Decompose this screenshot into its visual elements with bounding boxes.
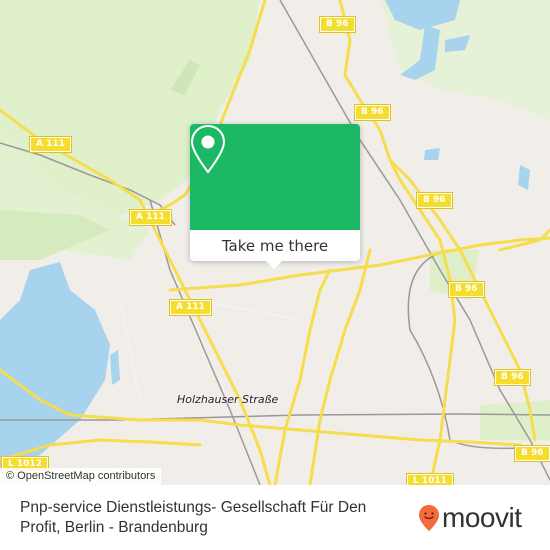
popup-header bbox=[190, 124, 360, 230]
map-view[interactable]: A 111 A 111 A 111 B 96 B 96 B 96 B 96 B … bbox=[0, 0, 550, 485]
place-label-holzhauser-strasse: Holzhauser Straße bbox=[177, 393, 279, 406]
take-me-there-button[interactable]: Take me there bbox=[190, 230, 360, 261]
road-shield-b96: B 96 bbox=[354, 104, 391, 121]
map-attribution[interactable]: © OpenStreetMap contributors bbox=[0, 468, 162, 485]
moovit-pin-icon bbox=[419, 505, 439, 531]
place-title: Pnp-service Dienstleistungs- Gesellschaf… bbox=[20, 499, 367, 536]
road-shield-a111: A 111 bbox=[169, 299, 212, 316]
popup-pointer bbox=[266, 261, 282, 269]
moovit-logo[interactable]: moovit bbox=[418, 502, 522, 533]
location-pin-icon bbox=[190, 124, 226, 174]
road-shield-b96: B 96 bbox=[416, 192, 453, 209]
road-shield-a111: A 111 bbox=[29, 136, 72, 153]
road-shield-b96: B 96 bbox=[319, 16, 356, 33]
road-shield-b96: B 96 bbox=[448, 281, 485, 298]
moovit-wordmark: moovit bbox=[442, 502, 522, 533]
road-shield-b96: B 96 bbox=[514, 445, 550, 462]
road-shield-l1011: L 1011 bbox=[406, 473, 454, 485]
location-popup: Take me there bbox=[190, 124, 360, 269]
road-shield-b96: B 96 bbox=[494, 369, 531, 386]
road-shield-a111: A 111 bbox=[129, 209, 172, 226]
